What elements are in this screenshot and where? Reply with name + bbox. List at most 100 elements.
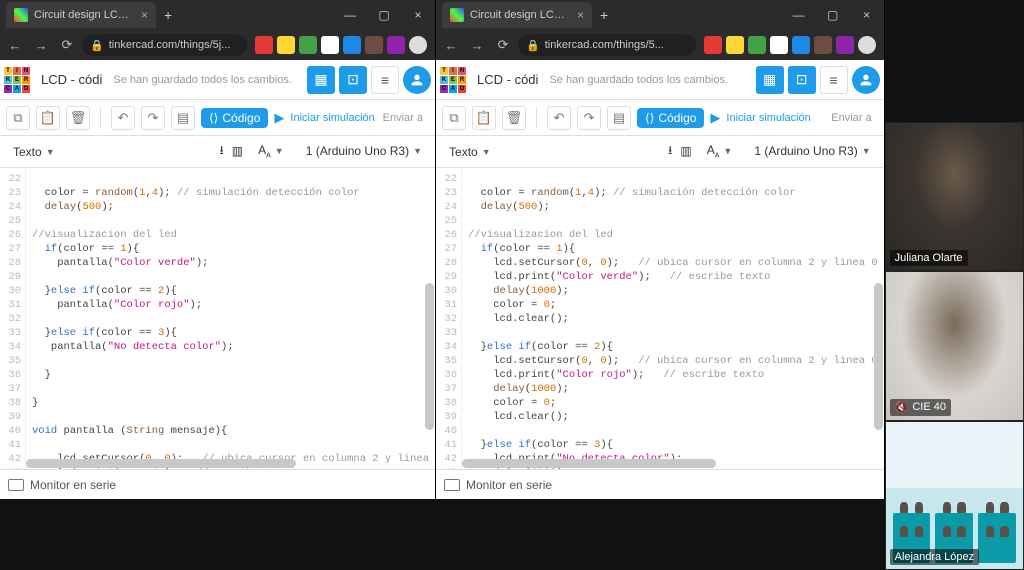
- tab-close-icon[interactable]: ×: [577, 8, 584, 22]
- list-icon[interactable]: ≡: [371, 66, 399, 94]
- serial-monitor-bar[interactable]: Monitor en serie: [436, 469, 884, 499]
- tab-close-icon[interactable]: ×: [141, 8, 148, 22]
- participant-tile[interactable]: Alejandra López: [885, 421, 1024, 570]
- new-tab-button[interactable]: +: [164, 7, 172, 23]
- extension-icon[interactable]: [343, 36, 361, 54]
- extension-icon[interactable]: [365, 36, 383, 54]
- wiring-icon[interactable]: ⊡: [339, 66, 367, 94]
- scrollbar-thumb[interactable]: [26, 459, 296, 468]
- play-icon[interactable]: ▶: [710, 110, 720, 126]
- redo-icon[interactable]: ↷: [577, 106, 601, 130]
- extension-icon[interactable]: [792, 36, 810, 54]
- download-icon[interactable]: ⭳: [220, 141, 224, 162]
- extension-icon[interactable]: [299, 36, 317, 54]
- board-dropdown[interactable]: 1 (Arduino Uno R3)▼: [299, 141, 429, 161]
- extension-icon[interactable]: [748, 36, 766, 54]
- user-avatar[interactable]: [852, 66, 880, 94]
- list-icon[interactable]: ≡: [820, 66, 848, 94]
- copy-icon[interactable]: ⧉: [6, 106, 30, 130]
- paste-icon[interactable]: 📋: [36, 106, 60, 130]
- font-size-dropdown[interactable]: AA▼: [700, 140, 740, 162]
- extension-icon[interactable]: [836, 36, 854, 54]
- chip-icon[interactable]: ▦: [307, 66, 335, 94]
- play-icon[interactable]: ▶: [274, 110, 284, 126]
- download-icon[interactable]: ⭳: [668, 141, 672, 162]
- wiring-icon[interactable]: ⊡: [788, 66, 816, 94]
- undo-icon[interactable]: ↶: [547, 106, 571, 130]
- window-close[interactable]: ×: [401, 8, 435, 22]
- scrollbar-thumb[interactable]: [874, 283, 883, 430]
- horizontal-scrollbar[interactable]: [462, 459, 872, 468]
- url-input[interactable]: 🔒tinkercad.com/things/5j...: [82, 34, 247, 56]
- browser-tab[interactable]: Circuit design LCD - código func×: [6, 2, 156, 28]
- scrollbar-thumb[interactable]: [425, 283, 434, 430]
- extension-icons: [251, 36, 431, 54]
- window-maximize[interactable]: ▢: [816, 8, 850, 22]
- extension-icon[interactable]: [387, 36, 405, 54]
- undo-icon[interactable]: ↶: [111, 106, 135, 130]
- browser-tab[interactable]: Circuit design LCD - código no fu×: [442, 2, 592, 28]
- code-mode-dropdown[interactable]: Texto▼: [442, 142, 498, 162]
- user-avatar[interactable]: [403, 66, 431, 94]
- nav-back[interactable]: ←: [4, 34, 26, 56]
- library-icon[interactable]: ▥: [680, 144, 691, 158]
- window-close[interactable]: ×: [850, 8, 884, 22]
- font-size-dropdown[interactable]: AA▼: [251, 140, 291, 162]
- delete-icon[interactable]: 🗑: [502, 106, 526, 130]
- document-title[interactable]: LCD - códi: [472, 69, 543, 90]
- classroom-desk: [978, 513, 1016, 540]
- window-minimize[interactable]: —: [782, 8, 816, 22]
- serial-monitor-bar[interactable]: Monitor en serie: [0, 469, 435, 499]
- start-simulation[interactable]: Iniciar simulación: [726, 112, 810, 124]
- extension-icon[interactable]: [321, 36, 339, 54]
- library-icon[interactable]: ▥: [232, 144, 243, 158]
- participant-tile[interactable]: Juliana Olarte: [885, 122, 1024, 271]
- code-button[interactable]: ⟨⟩Código: [201, 108, 268, 128]
- code-editor[interactable]: 2223242526272829303132333435363738394041…: [0, 168, 435, 469]
- nav-reload[interactable]: ⟳: [56, 34, 78, 56]
- send-to[interactable]: Enviar a: [831, 112, 877, 124]
- code-token: );: [196, 257, 209, 269]
- extension-icon[interactable]: [770, 36, 788, 54]
- tinkercad-logo[interactable]: TINKERCAD: [4, 67, 30, 93]
- code-mode-dropdown[interactable]: Texto▼: [6, 142, 62, 162]
- extension-icon[interactable]: [277, 36, 295, 54]
- profile-avatar-icon[interactable]: [409, 36, 427, 54]
- extension-icon[interactable]: [726, 36, 744, 54]
- code-button[interactable]: ⟨⟩Código: [637, 108, 704, 128]
- nav-reload[interactable]: ⟳: [492, 34, 514, 56]
- code-editor[interactable]: 2223242526272829303132333435363738394041…: [436, 168, 884, 469]
- nav-forward[interactable]: →: [30, 34, 52, 56]
- send-to[interactable]: Enviar a: [383, 112, 429, 124]
- copy-icon[interactable]: ⧉: [442, 106, 466, 130]
- profile-avatar-icon[interactable]: [858, 36, 876, 54]
- nav-forward[interactable]: →: [466, 34, 488, 56]
- window-maximize[interactable]: ▢: [367, 8, 401, 22]
- start-simulation[interactable]: Iniciar simulación: [290, 112, 374, 124]
- vertical-scrollbar[interactable]: [874, 172, 883, 465]
- nav-back[interactable]: ←: [440, 34, 462, 56]
- board-dropdown[interactable]: 1 (Arduino Uno R3)▼: [747, 141, 877, 161]
- code-content[interactable]: color = random(1,4); // simulación detec…: [26, 168, 435, 469]
- paste-icon[interactable]: 📋: [472, 106, 496, 130]
- tinkercad-logo[interactable]: TINKERCAD: [440, 67, 466, 93]
- code-content[interactable]: color = random(1,4); // simulación detec…: [462, 168, 884, 469]
- notes-icon[interactable]: ▤: [171, 106, 195, 130]
- scrollbar-thumb[interactable]: [462, 459, 716, 468]
- delete-icon[interactable]: 🗑: [66, 106, 90, 130]
- new-tab-button[interactable]: +: [600, 7, 608, 23]
- horizontal-scrollbar[interactable]: [26, 459, 423, 468]
- extension-icon[interactable]: [255, 36, 273, 54]
- extension-icon[interactable]: [704, 36, 722, 54]
- url-input[interactable]: 🔒tinkercad.com/things/5...: [518, 34, 696, 56]
- window-minimize[interactable]: —: [333, 8, 367, 22]
- code-subtoolbar: Texto▼ ⭳ ▥ AA▼ 1 (Arduino Uno R3)▼: [436, 136, 884, 168]
- code-token: );: [556, 383, 569, 395]
- redo-icon[interactable]: ↷: [141, 106, 165, 130]
- vertical-scrollbar[interactable]: [425, 172, 434, 465]
- notes-icon[interactable]: ▤: [607, 106, 631, 130]
- participant-tile[interactable]: 🔇CIE 40: [885, 271, 1024, 420]
- extension-icon[interactable]: [814, 36, 832, 54]
- chip-icon[interactable]: ▦: [756, 66, 784, 94]
- document-title[interactable]: LCD - códi: [36, 69, 107, 90]
